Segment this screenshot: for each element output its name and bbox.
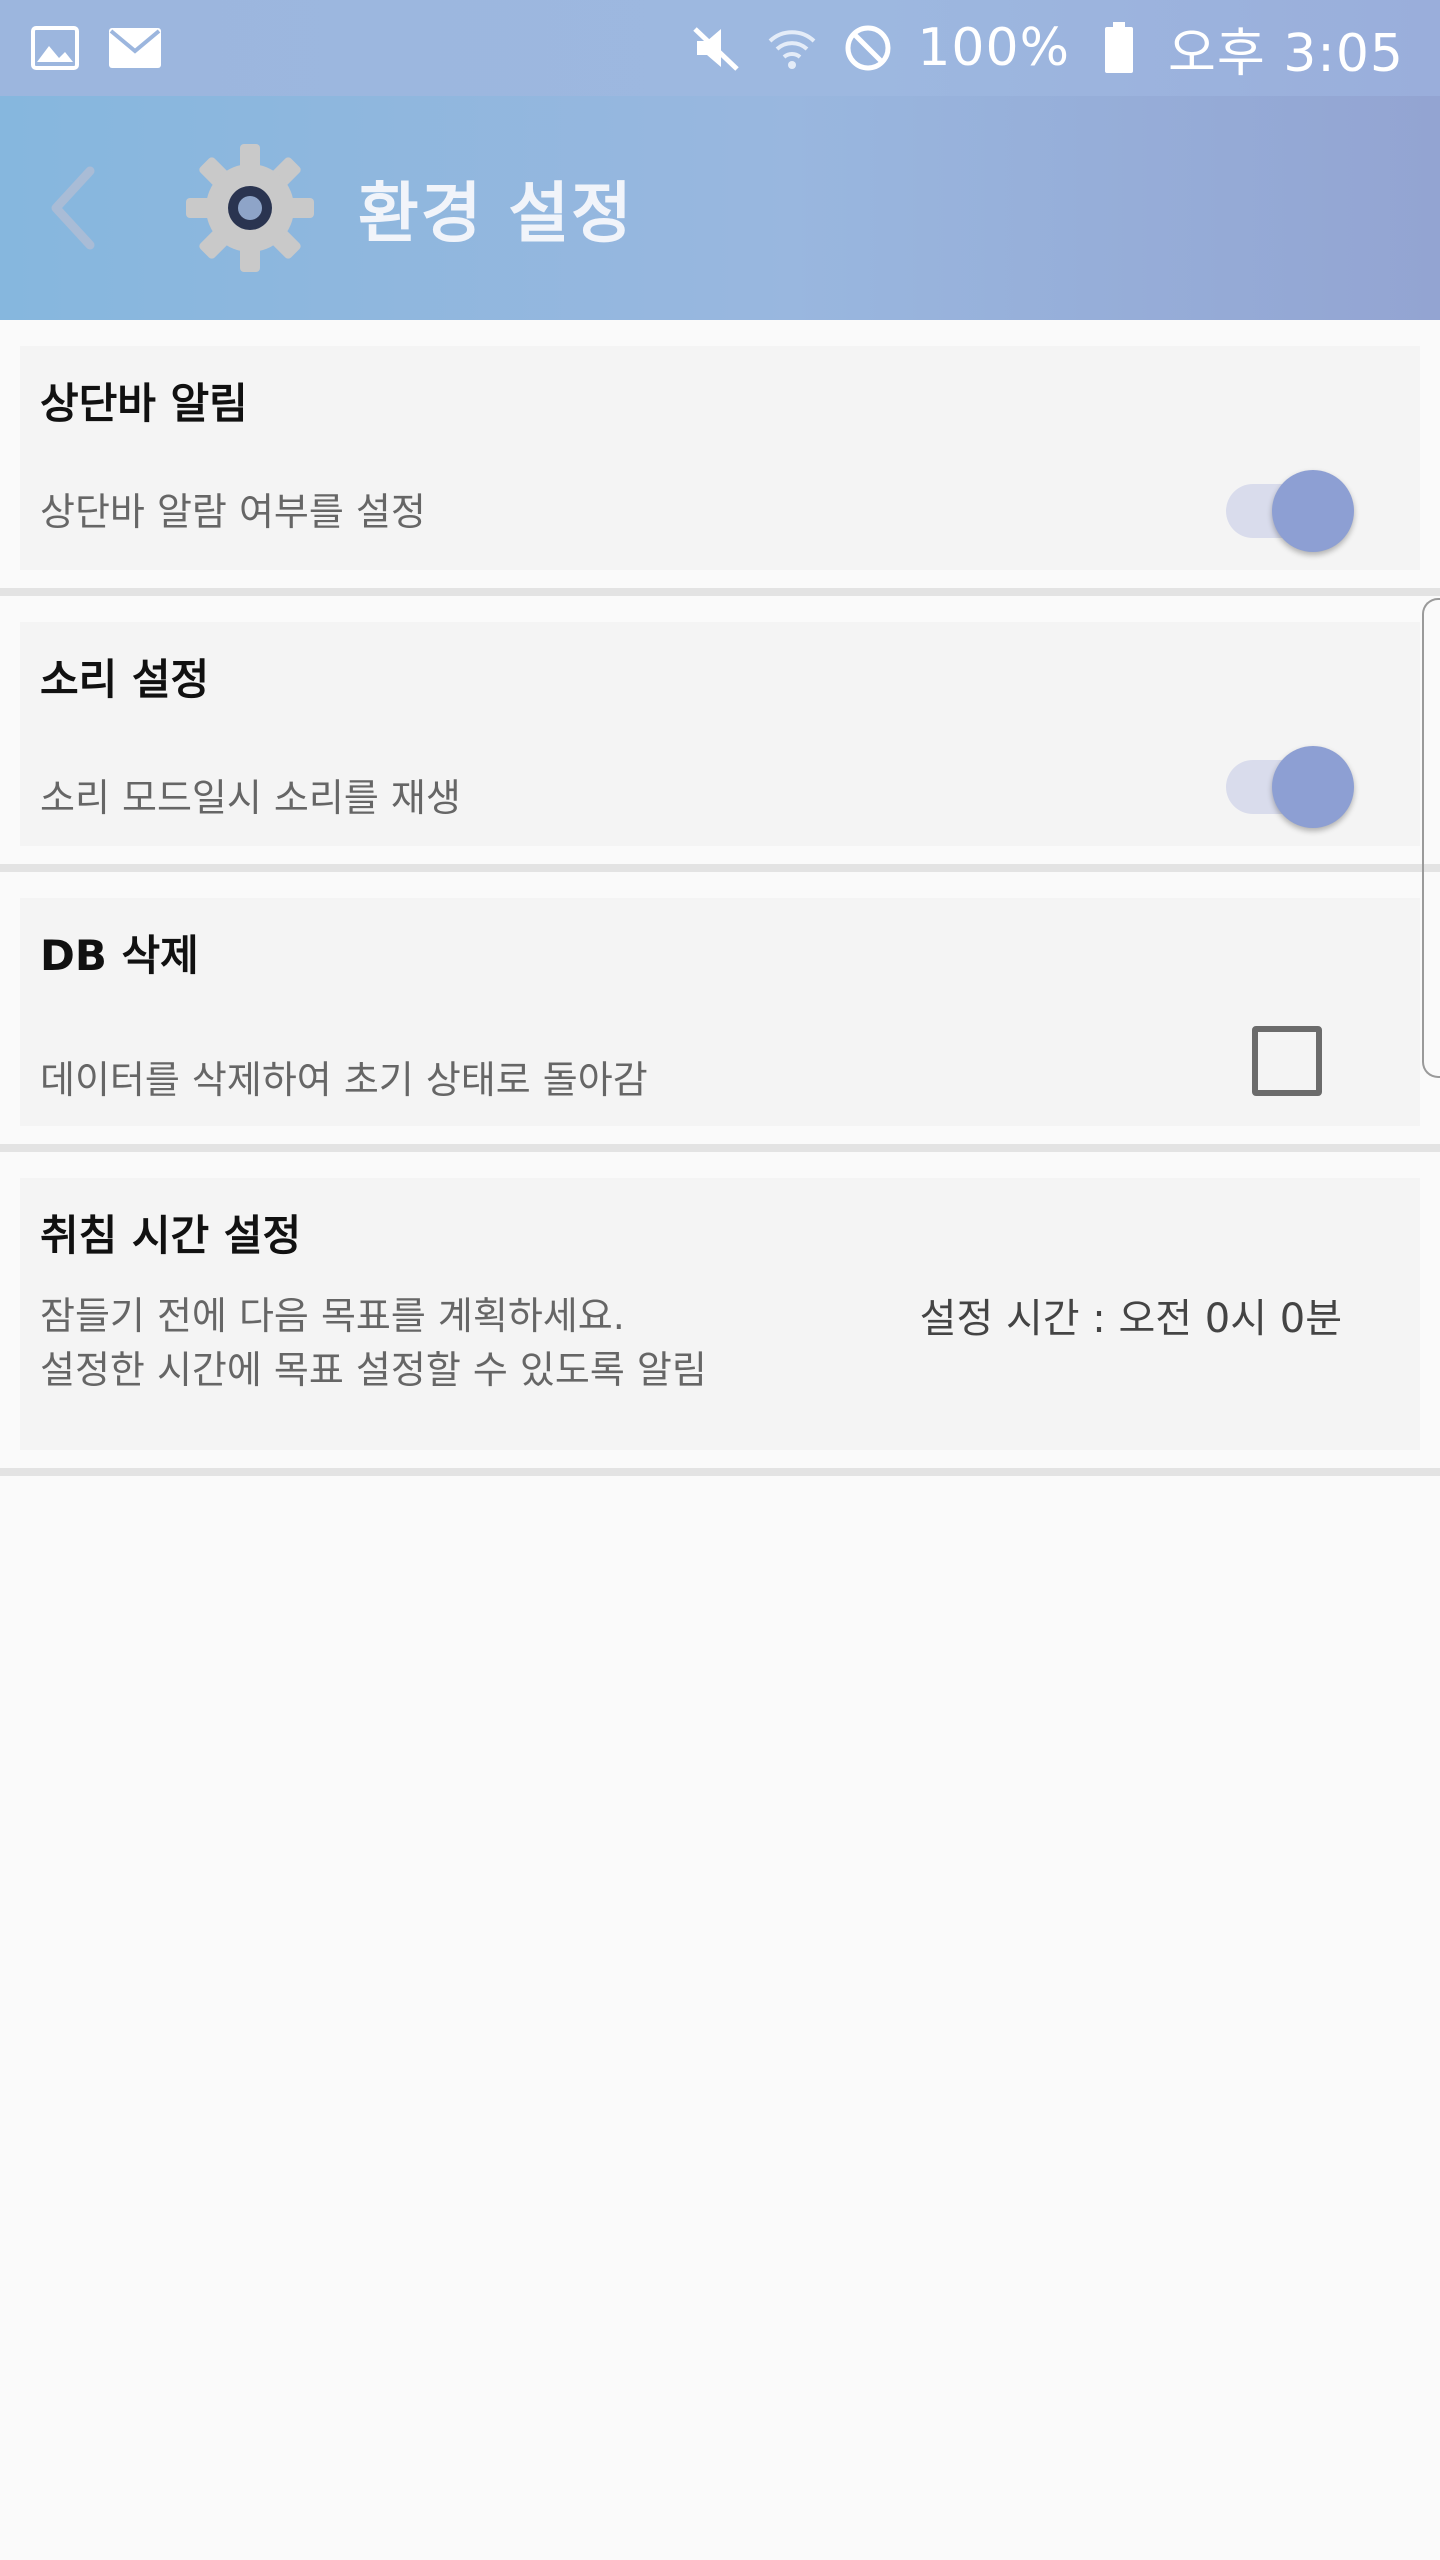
status-time: 오후 3:05 [1168, 23, 1404, 84]
mute-icon [689, 21, 743, 75]
setting-title: 상단바 알림 [40, 379, 248, 428]
setting-bedtime[interactable]: 취침 시간 설정 잠들기 전에 다음 목표를 계획하세요. 설정한 시간에 목표… [20, 1178, 1420, 1450]
status-bar-notification-toggle[interactable] [1226, 460, 1354, 552]
image-icon [28, 21, 82, 75]
battery-percent: 100% [917, 18, 1071, 78]
setting-title: 취침 시간 설정 [40, 1211, 302, 1260]
scroll-indicator[interactable] [1422, 598, 1440, 1078]
settings-list: 상단바 알림 상단바 알람 여부를 설정 소리 설정 소리 모드일시 소리를 재… [0, 320, 1440, 1476]
mail-icon [108, 21, 162, 75]
battery-icon [1092, 21, 1146, 75]
page-title: 환경 설정 [358, 175, 634, 252]
gear-icon [180, 138, 320, 278]
settings-row-wrap: 취침 시간 설정 잠들기 전에 다음 목표를 계획하세요. 설정한 시간에 목표… [0, 1152, 1440, 1476]
setting-title: DB 삭제 [40, 931, 199, 980]
settings-row-wrap: DB 삭제 데이터를 삭제하여 초기 상태로 돌아감 [0, 872, 1440, 1152]
back-button[interactable] [24, 148, 120, 268]
db-delete-checkbox[interactable] [1252, 1026, 1322, 1096]
setting-status-bar-notification[interactable]: 상단바 알림 상단바 알람 여부를 설정 [20, 346, 1420, 570]
toggle-thumb [1272, 746, 1354, 828]
settings-row-wrap: 상단바 알림 상단바 알람 여부를 설정 [0, 320, 1440, 596]
setting-title: 소리 설정 [40, 655, 210, 704]
settings-row-wrap: 소리 설정 소리 모드일시 소리를 재생 [0, 596, 1440, 872]
app-bar: 환경 설정 [0, 96, 1440, 320]
setting-description: 소리 모드일시 소리를 재생 [40, 776, 461, 820]
blocked-icon [841, 21, 895, 75]
setting-sound[interactable]: 소리 설정 소리 모드일시 소리를 재생 [20, 622, 1420, 846]
toggle-thumb [1272, 470, 1354, 552]
chevron-left-icon [51, 166, 95, 250]
setting-db-delete[interactable]: DB 삭제 데이터를 삭제하여 초기 상태로 돌아감 [20, 898, 1420, 1126]
sound-toggle[interactable] [1226, 736, 1354, 828]
status-right: 100% 오후 3:05 [689, 11, 1404, 86]
setting-description: 상단바 알람 여부를 설정 [40, 490, 426, 534]
bedtime-value[interactable]: 설정 시간 : 오전 0시 0분 [920, 1286, 1342, 1344]
setting-description: 데이터를 삭제하여 초기 상태로 돌아감 [40, 1058, 648, 1102]
status-left-icons [28, 21, 162, 75]
wifi-icon [765, 21, 819, 75]
status-bar: 100% 오후 3:05 [0, 0, 1440, 96]
